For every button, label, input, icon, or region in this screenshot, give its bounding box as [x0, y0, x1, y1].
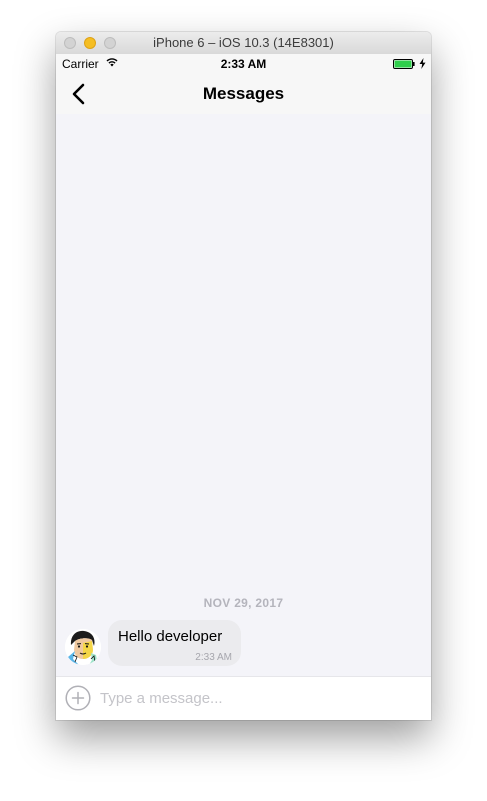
message-bubble[interactable]: Hello developer 2:33 AM — [108, 620, 241, 666]
avatar[interactable] — [65, 629, 101, 665]
window-title: iPhone 6 – iOS 10.3 (14E8301) — [153, 35, 334, 50]
charging-bolt-icon — [419, 58, 426, 69]
message-text: Hello developer — [118, 628, 223, 645]
battery-icon — [393, 59, 415, 69]
simulator-window: iPhone 6 – iOS 10.3 (14E8301) Carrier 2:… — [56, 32, 431, 720]
navigation-bar: Messages — [56, 74, 431, 114]
page-title: Messages — [202, 84, 285, 103]
status-bar: Carrier 2:33 AM — [56, 54, 431, 74]
message-list[interactable]: NOV 29, 2017 Hello developer 2:33 AM — [56, 114, 431, 676]
window-titlebar: iPhone 6 – iOS 10.3 (14E8301) — [56, 32, 431, 55]
avatar-image — [65, 629, 101, 665]
message-timestamp: 2:33 AM — [195, 652, 232, 663]
plus-circle-icon[interactable] — [65, 685, 91, 711]
status-time: 2:33 AM — [220, 57, 267, 71]
date-separator: NOV 29, 2017 — [203, 596, 284, 610]
message-input[interactable] — [100, 685, 410, 711]
message-composer — [56, 676, 431, 720]
